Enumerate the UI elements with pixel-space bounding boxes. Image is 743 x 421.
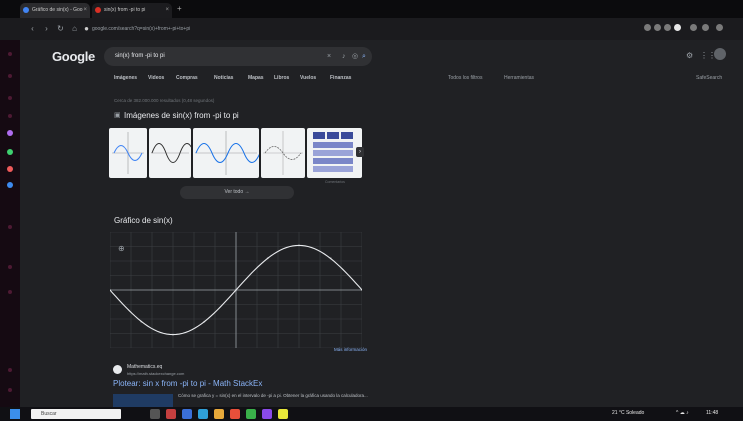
result-snippet: Cómo se grafica y = sin(x) en el interva…	[178, 393, 368, 398]
dock-app-icon[interactable]	[7, 166, 13, 172]
dock-app-icon[interactable]	[8, 52, 12, 56]
dock-app-icon[interactable]	[7, 130, 13, 136]
data-point	[298, 244, 300, 247]
dock-app-icon[interactable]	[8, 225, 12, 229]
extension-icon[interactable]	[654, 24, 661, 31]
data-point	[172, 333, 174, 336]
dock-app-icon[interactable]	[8, 265, 12, 269]
tab-graph[interactable]: Gráfico de sin(x) - Goo ×	[20, 3, 90, 18]
data-point	[235, 289, 237, 291]
file-explorer-icon[interactable]	[214, 409, 224, 419]
graph-title: Gráfico de sin(x)	[114, 216, 173, 225]
close-icon[interactable]: ×	[165, 3, 169, 18]
avatar[interactable]	[714, 48, 726, 60]
taskbar-app-icon[interactable]	[230, 409, 240, 419]
image-thumbnail[interactable]	[149, 128, 191, 178]
safesearch-button[interactable]: SafeSearch	[696, 75, 722, 81]
data-point	[329, 257, 332, 260]
images-section-title[interactable]: Imágenes de sin(x) from -pi to pi	[124, 111, 239, 120]
result-title-link[interactable]: Plotear: sin x from -pi to pi - Math Sta…	[113, 379, 262, 388]
windows-start-icon[interactable]	[10, 409, 20, 419]
search-input[interactable]: sin(x) from -pi to pi	[115, 50, 165, 63]
image-thumbnail[interactable]	[307, 128, 362, 178]
extension-icon[interactable]	[702, 24, 709, 31]
image-thumbnail[interactable]	[109, 128, 147, 178]
edge-icon[interactable]	[198, 409, 208, 419]
image-section-icon: ▣	[114, 112, 121, 119]
settings-icon[interactable]: ⚙	[686, 51, 693, 60]
tab-shopping[interactable]: Compras	[176, 75, 198, 81]
zoom-icon[interactable]: ⊕	[118, 244, 125, 253]
result-site-name[interactable]: Mathematics.eq	[127, 364, 162, 370]
dock-app-icon[interactable]	[7, 149, 13, 155]
chevron-right-icon[interactable]: ›	[356, 147, 364, 157]
see-all-images-button[interactable]: Ver todo →	[180, 186, 294, 199]
profile-icon[interactable]	[674, 24, 681, 31]
reload-icon[interactable]: ↻	[56, 24, 65, 33]
extension-icon[interactable]	[664, 24, 671, 31]
graph-thumbnail-image	[112, 132, 144, 174]
clear-icon[interactable]: ×	[327, 50, 331, 63]
taskbar-search-input[interactable]: Buscar	[31, 409, 121, 419]
tab-books[interactable]: Libros	[274, 75, 289, 81]
taskbar-app-icon[interactable]	[262, 409, 272, 419]
close-icon[interactable]: ×	[83, 3, 87, 18]
dock-app-icon[interactable]	[8, 368, 12, 372]
image-thumbnail[interactable]	[261, 128, 305, 178]
forward-icon[interactable]: ›	[42, 24, 51, 33]
new-tab-icon[interactable]: +	[177, 4, 182, 13]
graph-thumbnail-image	[151, 143, 191, 163]
tab-flights[interactable]: Vuelos	[300, 75, 316, 81]
taskbar-app-icon[interactable]	[182, 409, 192, 419]
google-favicon-icon	[23, 7, 29, 13]
result-url[interactable]: https://math.stackexchange.com	[127, 371, 184, 376]
site-favicon-icon	[113, 365, 122, 374]
extension-icon[interactable]	[644, 24, 651, 31]
taskbar-app-icon[interactable]	[166, 409, 176, 419]
data-point	[140, 320, 143, 323]
menu-icon[interactable]	[716, 24, 723, 31]
url-field[interactable]: google.com/search?q=sin(x)+from+-pi+to+p…	[92, 22, 632, 36]
youtube-favicon-icon	[95, 7, 101, 13]
data-point	[266, 257, 269, 260]
image-search-icon[interactable]: ◎	[352, 50, 358, 63]
result-thumbnail[interactable]	[113, 394, 173, 407]
sine-graph[interactable]	[110, 232, 362, 348]
voice-search-icon[interactable]: ♪	[342, 50, 346, 63]
search-icon[interactable]: ⌕	[362, 50, 366, 63]
back-icon[interactable]: ‹	[28, 24, 37, 33]
graph-thumbnail-image	[195, 131, 259, 175]
dock-app-icon[interactable]	[8, 290, 12, 294]
google-logo[interactable]: Google	[52, 49, 95, 64]
dock-app-icon[interactable]	[8, 114, 12, 118]
tools-button[interactable]: Herramientas	[504, 75, 534, 81]
tab-maps[interactable]: Mapas	[248, 75, 264, 81]
table-thumbnail-image	[313, 132, 353, 172]
tab-videos[interactable]: Videos	[148, 75, 164, 81]
tab-images[interactable]: Imágenes	[114, 75, 137, 81]
dock-app-icon[interactable]	[8, 96, 12, 100]
extension-icon[interactable]	[690, 24, 697, 31]
clock[interactable]: 11:48	[706, 410, 718, 416]
tab-news[interactable]: Noticias	[214, 75, 233, 81]
taskbar-app-icon[interactable]	[278, 409, 288, 419]
feedback-link[interactable]: Comentarios	[325, 180, 345, 184]
lock-icon[interactable]: ●	[82, 24, 91, 33]
tab-finance[interactable]: Finanzas	[330, 75, 351, 81]
data-point	[203, 320, 206, 323]
home-icon[interactable]: ⌂	[70, 24, 79, 33]
image-thumbnail[interactable]	[193, 128, 259, 178]
task-view-icon[interactable]	[150, 409, 160, 419]
weather-widget[interactable]: 21 °C Soleado	[612, 410, 644, 416]
result-stats: Cerca de 382.000.000 resultados (0,48 se…	[114, 98, 215, 103]
chrome-icon[interactable]	[246, 409, 256, 419]
dock-app-icon[interactable]	[7, 182, 13, 188]
dock-app-icon[interactable]	[8, 388, 12, 392]
more-info-link[interactable]: Más información	[334, 347, 367, 352]
system-tray-icons[interactable]: ^ ☁ ♪	[676, 410, 689, 416]
graph-thumbnail-image	[263, 131, 303, 175]
all-filters-button[interactable]: Todos los filtros	[448, 75, 482, 81]
dock-app-icon[interactable]	[8, 74, 12, 78]
tab-search[interactable]: sin(x) from -pi to pi ×	[92, 3, 172, 18]
